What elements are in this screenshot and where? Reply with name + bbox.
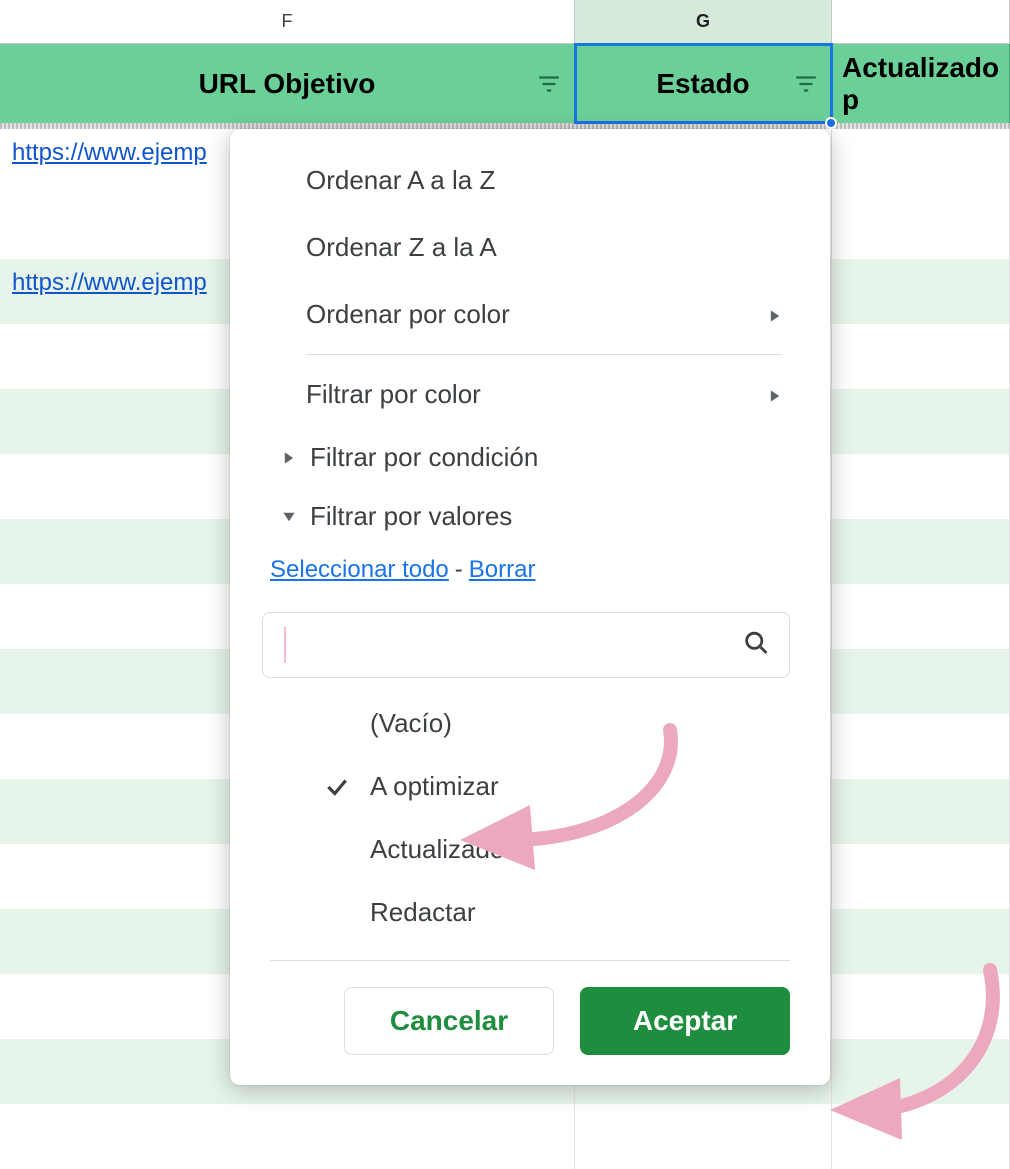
value-label: Redactar (370, 897, 476, 928)
menu-label: Ordenar Z a la A (306, 232, 497, 263)
submenu-arrow-icon (768, 299, 782, 330)
clear-link[interactable]: Borrar (469, 556, 536, 583)
submenu-arrow-icon (768, 379, 782, 410)
filter-value-empty[interactable]: (Vacío) (270, 692, 790, 755)
filter-icon[interactable] (536, 71, 562, 97)
cancel-button[interactable]: Cancelar (344, 987, 554, 1055)
divider (270, 960, 790, 961)
cell[interactable] (832, 259, 1010, 324)
menu-label: Filtrar por condición (310, 442, 538, 473)
sort-by-color[interactable]: Ordenar por color (230, 281, 830, 348)
value-label: (Vacío) (370, 708, 452, 739)
header-url-objetivo[interactable]: URL Objetivo (0, 44, 575, 123)
caret-down-icon (282, 510, 296, 524)
value-label: Actualizado (370, 834, 504, 865)
filter-value-actualizado[interactable]: Actualizado (270, 818, 790, 881)
sort-z-a[interactable]: Ordenar Z a la A (230, 214, 830, 281)
header-label: Actualizado p (842, 52, 999, 116)
check-icon (322, 774, 352, 800)
selection-handle[interactable] (825, 117, 837, 129)
menu-label: Filtrar por color (306, 379, 481, 410)
filter-by-condition[interactable]: Filtrar por condición (230, 428, 830, 487)
divider (306, 354, 782, 355)
filter-by-values[interactable]: Filtrar por valores (230, 487, 830, 546)
filter-search-input[interactable] (262, 612, 790, 678)
sort-a-z[interactable]: Ordenar A a la Z (230, 147, 830, 214)
filter-by-color[interactable]: Filtrar por color (230, 361, 830, 428)
filter-value-list: (Vacío) A optimizar Actualizado Redactar (230, 686, 830, 944)
ok-button[interactable]: Aceptar (580, 987, 790, 1055)
search-icon (742, 629, 770, 662)
column-letter-g[interactable]: G (575, 0, 832, 43)
cell-link[interactable]: https://www.ejemp (12, 269, 207, 296)
filter-search-wrap (262, 612, 790, 678)
cell[interactable] (832, 194, 1010, 259)
select-all-link[interactable]: Seleccionar todo (270, 556, 449, 583)
cell[interactable] (832, 129, 1010, 194)
separator: - (449, 556, 469, 583)
select-clear-row: Seleccionar todo-Borrar (230, 546, 830, 594)
table-row[interactable] (0, 1104, 1010, 1169)
header-label: Estado (656, 68, 749, 100)
header-actualizado[interactable]: Actualizado p (832, 44, 1010, 123)
column-letter-f[interactable]: F (0, 0, 575, 43)
button-row: Cancelar Aceptar (230, 987, 830, 1055)
menu-label: Ordenar A a la Z (306, 165, 495, 196)
filter-value-redactar[interactable]: Redactar (270, 881, 790, 944)
menu-label: Ordenar por color (306, 299, 510, 330)
header-label: URL Objetivo (199, 68, 376, 100)
text-cursor (284, 627, 286, 663)
filter-menu: Ordenar A a la Z Ordenar Z a la A Ordena… (230, 129, 830, 1085)
header-row: URL Objetivo Estado Actualizado p (0, 44, 1010, 123)
cell-link[interactable]: https://www.ejemp (12, 139, 207, 166)
filter-value-a-optimizar[interactable]: A optimizar (270, 755, 790, 818)
header-estado[interactable]: Estado (575, 44, 832, 123)
filter-icon[interactable] (793, 71, 819, 97)
column-letter-row: F G (0, 0, 1010, 44)
column-letter-h[interactable] (832, 0, 1010, 43)
caret-right-icon (282, 451, 296, 465)
menu-label: Filtrar por valores (310, 501, 512, 532)
value-label: A optimizar (370, 771, 499, 802)
